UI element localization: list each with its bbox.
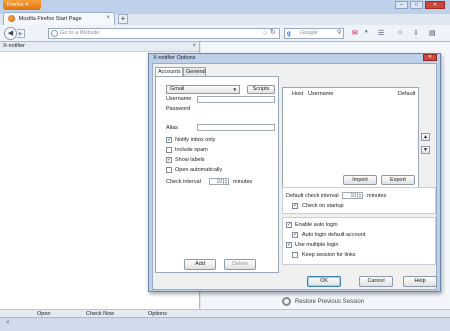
search-input[interactable]: g Google <box>284 28 344 39</box>
restore-session-button[interactable]: Restore Previous Session <box>282 297 382 307</box>
include-spam-label: Include spam <box>175 147 208 153</box>
download-icon[interactable]: ⇩ <box>413 29 419 37</box>
account-type-select[interactable]: Gmail ▼ <box>166 85 240 94</box>
accounts-panel: Gmail ▼ Scripts Username Password Alias ✓… <box>155 76 279 273</box>
notify-inbox-checkbox[interactable]: ✓ <box>166 137 172 143</box>
export-button[interactable]: Export <box>381 175 415 185</box>
addon-bar: × <box>0 317 450 331</box>
globe-icon <box>51 30 58 37</box>
open-automatically-label: Open automatically <box>175 167 223 173</box>
login-group: ✓ Enable auto login ✓ Auto login default… <box>282 217 436 265</box>
column-default[interactable]: Default <box>398 91 415 97</box>
maximize-button[interactable]: □ <box>410 1 423 9</box>
include-spam-checkbox[interactable] <box>166 147 172 153</box>
dropdown-icon[interactable]: ▾ <box>365 29 368 35</box>
tab-general[interactable]: General <box>183 67 206 76</box>
password-field[interactable] <box>197 106 275 113</box>
password-label: Password <box>166 106 191 112</box>
bookmark-star-icon[interactable]: ☆ <box>262 29 268 37</box>
close-tab-icon[interactable]: × <box>106 15 110 21</box>
interval-group: Default check interval 10 ▲ ▼ minutes ✓ Ch… <box>282 187 436 214</box>
dialog-body: Accounts General Gmail ▼ Scripts Username… <box>152 63 437 290</box>
import-button[interactable]: Import <box>343 175 377 185</box>
menu-icon[interactable]: ▤ <box>429 29 436 37</box>
chevron-down-icon: ▼ <box>232 87 237 92</box>
dialog-title: X-notifier Options <box>153 55 196 61</box>
auto-login-default-label: Auto login default account <box>302 232 366 238</box>
column-host[interactable]: Host <box>292 91 303 97</box>
sidebar-header: X-notifier × <box>0 42 199 52</box>
check-interval-label: Check interval <box>166 179 201 185</box>
default-interval-stepper[interactable]: 10 ▲ ▼ <box>342 192 363 199</box>
minimize-button[interactable]: – <box>395 1 408 9</box>
navigation-toolbar: ◀ ▶ Go to a Website ☆ ↻ g Google ⚲ ✉ ▾ ☰… <box>0 25 450 42</box>
enable-auto-login-checkbox[interactable]: ✓ <box>286 222 292 228</box>
notify-inbox-label: Notify inbox only <box>175 137 216 143</box>
close-addon-bar-icon[interactable]: × <box>6 320 10 326</box>
alias-label: Alias <box>166 125 178 131</box>
move-up-button[interactable]: ▲ <box>421 133 430 141</box>
bookmarks-icon[interactable]: ☰ <box>378 29 384 37</box>
home-icon[interactable]: ⌂ <box>398 29 402 36</box>
username-field[interactable] <box>197 96 275 103</box>
search-placeholder: Google <box>300 30 318 36</box>
default-interval-value: 10 <box>350 193 356 199</box>
delete-account-button[interactable]: Delete <box>224 259 256 270</box>
xnotifier-toolbar-icon[interactable]: ✉ <box>352 29 358 37</box>
keep-session-label: Keep session for links <box>302 252 356 258</box>
sidebar-title: X-notifier <box>3 43 26 49</box>
account-type-value: Gmail <box>170 86 185 92</box>
restore-label: Restore Previous Session <box>295 299 365 306</box>
restore-icon <box>282 297 291 306</box>
firefox-favicon-icon <box>8 15 15 22</box>
column-username[interactable]: Username <box>308 91 333 97</box>
check-interval-unit: minutes <box>233 179 253 185</box>
alias-field[interactable] <box>197 124 275 131</box>
forward-button[interactable]: ▶ <box>17 29 25 38</box>
help-button[interactable]: Help <box>403 276 437 287</box>
add-account-button[interactable]: Add <box>184 259 216 270</box>
show-labels-label: Show labels <box>175 157 205 163</box>
auto-login-default-checkbox[interactable]: ✓ <box>292 232 298 238</box>
use-multiple-login-label: Use multiple login <box>295 242 339 248</box>
username-label: Username <box>166 96 192 102</box>
show-labels-checkbox[interactable]: ✓ <box>166 157 172 163</box>
search-icon[interactable]: ⚲ <box>337 29 341 36</box>
scripts-button[interactable]: Scripts <box>247 85 275 94</box>
spin-arrows-icon[interactable]: ▲ ▼ <box>223 179 228 185</box>
url-input[interactable]: Go to a Website <box>48 28 280 39</box>
google-icon[interactable]: g <box>287 30 291 39</box>
check-interval-stepper[interactable]: 10 ▲ ▼ <box>209 178 229 185</box>
ok-button[interactable]: OK <box>307 276 341 287</box>
reload-icon[interactable]: ↻ <box>270 28 276 36</box>
tab-strip: Mozilla Firefox Start Page × + <box>0 12 450 25</box>
spin-arrows-icon[interactable]: ▲ ▼ <box>357 193 362 199</box>
check-interval-value: 10 <box>216 179 222 185</box>
browser-tab[interactable]: Mozilla Firefox Start Page × <box>3 12 115 25</box>
close-sidebar-icon[interactable]: × <box>192 42 196 51</box>
back-button[interactable]: ◀ <box>4 27 17 40</box>
open-automatically-checkbox[interactable] <box>166 167 172 173</box>
tab-title: Mozilla Firefox Start Page <box>18 15 82 22</box>
url-placeholder: Go to a Website <box>60 30 100 36</box>
default-interval-unit: minutes <box>367 193 387 199</box>
firefox-menu-button[interactable]: Firefox ▾ <box>3 0 41 10</box>
enable-auto-login-label: Enable auto login <box>295 222 338 228</box>
close-window-button[interactable]: ✕ <box>425 1 445 9</box>
sidebar-footer: Open Check Now Options <box>0 309 450 317</box>
check-on-startup-checkbox[interactable]: ✓ <box>292 203 298 209</box>
new-tab-button[interactable]: + <box>118 14 128 24</box>
move-down-button[interactable]: ▼ <box>421 146 430 154</box>
dialog-close-button[interactable]: ✕ <box>423 54 437 61</box>
cancel-button[interactable]: Cancel <box>359 276 393 287</box>
default-interval-label: Default check interval <box>286 193 339 199</box>
use-multiple-login-checkbox[interactable]: ✓ <box>286 242 292 248</box>
check-on-startup-label: Check on startup <box>302 203 344 209</box>
keep-session-checkbox[interactable] <box>292 252 298 258</box>
options-dialog: X-notifier Options ✕ Accounts General Gm… <box>148 53 441 292</box>
